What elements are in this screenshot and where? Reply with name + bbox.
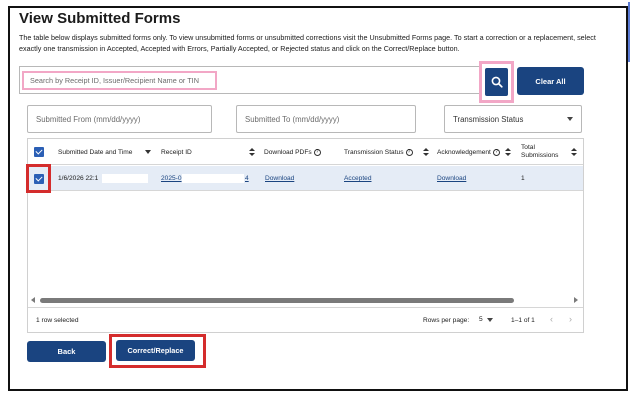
cell-total-submissions: 1 — [521, 175, 525, 182]
horizontal-scrollbar[interactable] — [28, 296, 583, 304]
submitted-to-field[interactable]: Submitted To (mm/dd/yyyy) — [236, 105, 416, 133]
transmission-status-label: Transmission Status — [453, 114, 524, 124]
download-pdfs-link[interactable]: Download — [265, 166, 294, 191]
acknowledgement-download-link[interactable]: Download — [437, 166, 466, 191]
chevron-right-icon[interactable]: › — [569, 314, 572, 324]
search-icon — [491, 76, 503, 88]
chevron-down-icon — [486, 317, 493, 322]
scroll-right-icon[interactable] — [574, 297, 578, 303]
help-icon[interactable]: ? — [492, 148, 500, 156]
redaction-box — [102, 174, 148, 183]
redaction-box — [182, 174, 244, 183]
sort-icon[interactable] — [505, 139, 511, 165]
sort-icon[interactable] — [423, 139, 429, 165]
transmission-status-link[interactable]: Accepted — [344, 166, 372, 191]
column-header-acknowledgement[interactable]: Acknowledgement ? — [437, 139, 500, 165]
chevron-left-icon[interactable]: ‹ — [550, 314, 553, 324]
table-footer: 1 row selected Rows per page: 5 1–1 of 1… — [28, 307, 583, 333]
submitted-from-field[interactable]: Submitted From (mm/dd/yyyy) — [27, 105, 212, 133]
table-row[interactable]: 1/6/2026 22:1 2025-0 4 Download Accepted… — [28, 166, 583, 191]
submitted-from-placeholder: Submitted From (mm/dd/yyyy) — [36, 114, 141, 124]
help-icon[interactable]: ? — [313, 148, 321, 156]
rows-per-page-select[interactable]: 5 — [479, 316, 493, 323]
column-header-submitted[interactable]: Submitted Date and Time — [58, 139, 132, 165]
column-header-transmission-status[interactable]: Transmission Status ? — [344, 139, 413, 165]
pagination-range: 1–1 of 1 — [511, 317, 535, 324]
column-header-total-submissions[interactable]: Total Submissions — [521, 139, 558, 165]
transmission-status-select[interactable]: Transmission Status — [444, 105, 582, 133]
table-header: Submitted Date and Time Receipt ID Downl… — [28, 139, 583, 165]
selected-count: 1 row selected — [36, 317, 79, 324]
submitted-forms-table: Submitted Date and Time Receipt ID Downl… — [27, 138, 584, 333]
cell-receipt-id[interactable]: 2025-0 — [161, 166, 182, 191]
scrollbar-thumb[interactable] — [40, 298, 514, 303]
column-header-receipt-id[interactable]: Receipt ID — [161, 139, 192, 165]
select-all-checkbox[interactable] — [34, 147, 44, 157]
page-description: The table below displays submitted forms… — [19, 33, 596, 53]
back-button[interactable]: Back — [27, 341, 106, 362]
sort-icon[interactable] — [571, 139, 577, 165]
correct-replace-button[interactable]: Correct/Replace — [116, 340, 195, 361]
column-header-download-pdfs: Download PDFs ? — [264, 139, 321, 165]
scroll-left-icon[interactable] — [31, 297, 35, 303]
sort-desc-icon[interactable] — [145, 139, 151, 165]
page-title: View Submitted Forms — [19, 10, 181, 27]
cell-submitted-date: 1/6/2026 22:1 — [58, 175, 99, 182]
rows-per-page-label: Rows per page: — [423, 317, 470, 324]
clear-all-button[interactable]: Clear All — [517, 67, 584, 95]
search-input[interactable] — [22, 71, 217, 90]
help-icon[interactable]: ? — [405, 148, 413, 156]
cell-receipt-id-suffix[interactable]: 4 — [245, 166, 249, 191]
search-button[interactable] — [485, 68, 508, 96]
submitted-to-placeholder: Submitted To (mm/dd/yyyy) — [245, 114, 340, 124]
row-checkbox-highlight — [26, 164, 51, 193]
sort-icon[interactable] — [249, 139, 255, 165]
chevron-down-icon — [567, 117, 573, 121]
